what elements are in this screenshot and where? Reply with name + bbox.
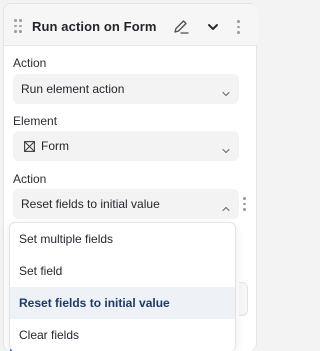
chevron-down-icon[interactable] [204,18,222,36]
chevron-down-icon [222,85,230,97]
subaction-select[interactable]: Reset fields to initial value [13,189,239,219]
panel-header: Run action on Form [4,4,258,46]
pencil-icon[interactable] [172,19,190,35]
action-select-value: Run element action [21,82,125,96]
element-label: Element [13,114,58,128]
element-select-value: Form [41,139,69,153]
chevron-up-icon [222,200,230,212]
background-input-edge [239,282,248,316]
menu-item-set-field[interactable]: Set field [10,255,235,287]
menu-item-reset-fields[interactable]: Reset fields to initial value [10,287,235,319]
action-label: Action [13,56,47,70]
more-vertical-icon[interactable] [243,197,247,211]
element-select[interactable]: Form [13,131,239,161]
chevron-down-icon [222,142,230,154]
menu-item-clear-fields[interactable]: Clear fields [10,319,235,351]
drag-handle-icon[interactable] [14,19,24,35]
form-icon [24,140,35,152]
subaction-select-value: Reset fields to initial value [21,197,160,211]
more-vertical-icon[interactable] [237,20,241,34]
subaction-dropdown-menu: Set multiple fields Set field Reset fiel… [9,222,236,351]
panel-title: Run action on Form [32,19,157,34]
subaction-label: Action [13,172,47,186]
action-select[interactable]: Run element action [13,74,239,104]
menu-item-set-multiple-fields[interactable]: Set multiple fields [10,223,235,255]
